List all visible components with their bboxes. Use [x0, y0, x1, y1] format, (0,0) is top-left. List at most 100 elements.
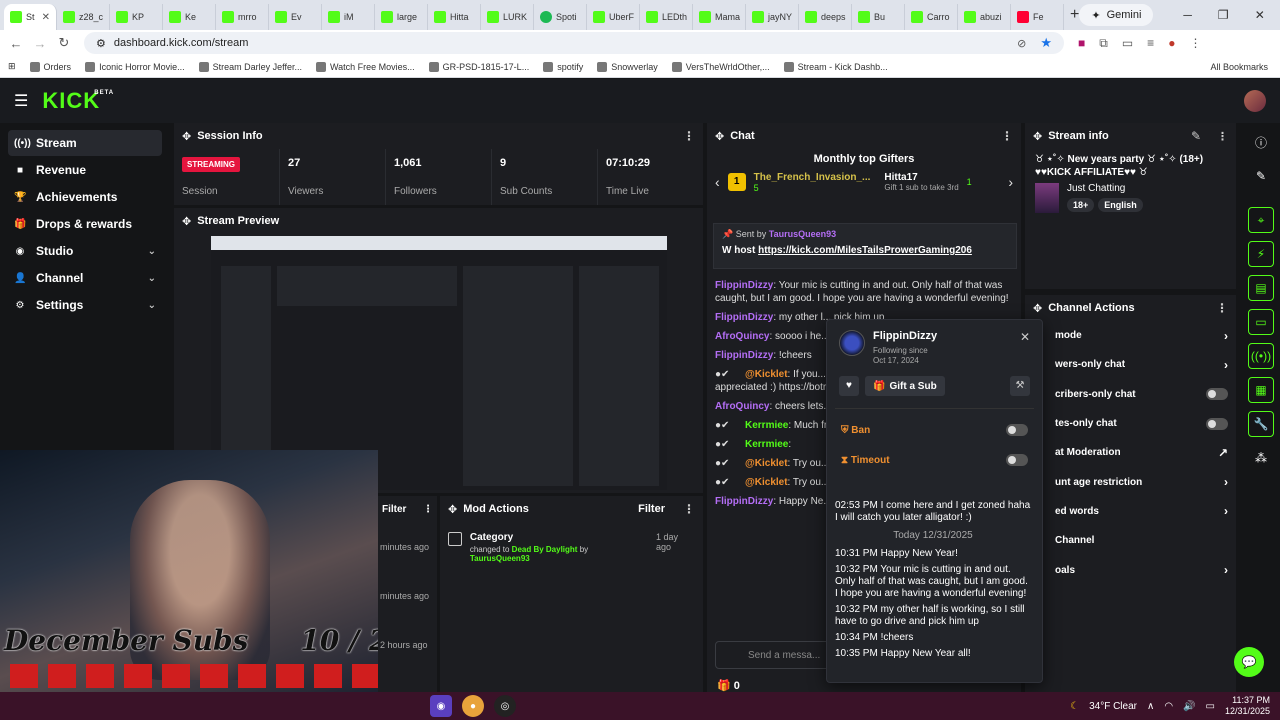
- sidebar-item-stream[interactable]: ((•)) Stream: [8, 130, 162, 156]
- eye-off-icon[interactable]: ⊘: [1017, 37, 1026, 50]
- chat-username[interactable]: FlippinDizzy: [715, 280, 773, 291]
- gemini-button[interactable]: ✦ Gemini: [1079, 4, 1154, 26]
- chat-username[interactable]: AfroQuincy: [715, 331, 769, 342]
- edit-stream-icon[interactable]: ✎: [1191, 129, 1201, 143]
- chat-bubble-icon[interactable]: ▭: [1248, 309, 1274, 335]
- browser-tab[interactable]: deeps: [799, 4, 852, 30]
- url-field[interactable]: ⚙ dashboard.kick.com/stream ⊘ ★: [84, 32, 1064, 54]
- bookmark-item[interactable]: Iconic Horror Movie...: [85, 61, 185, 72]
- chat-username[interactable]: FlippinDizzy: [715, 350, 773, 361]
- gift-sub-button[interactable]: 🎁 Gift a Sub: [865, 376, 945, 396]
- profile-icon[interactable]: ●: [1168, 36, 1175, 51]
- sidebar-item-revenue[interactable]: ■ Revenue: [8, 157, 162, 183]
- panel-grip-icon[interactable]: ✥: [715, 130, 724, 143]
- reading-list-icon[interactable]: ≡: [1147, 36, 1154, 51]
- bookmark-item[interactable]: spotify: [543, 61, 583, 72]
- channel-action-toggle[interactable]: [1206, 417, 1228, 430]
- channel-action-row[interactable]: wers-only chat ›: [1025, 350, 1236, 379]
- mod-tools-icon[interactable]: ⚒: [1010, 376, 1030, 396]
- gifter-2[interactable]: Hitta17 Gift 1 sub to take 3rd: [884, 172, 958, 192]
- heart-icon[interactable]: ♥: [839, 376, 859, 396]
- sidebar-item-studio[interactable]: ◉ Studio ⌄: [8, 238, 162, 264]
- chat-username[interactable]: @Kicklet: [745, 458, 788, 469]
- browser-tab[interactable]: Hitta: [428, 4, 481, 30]
- mod-action-user[interactable]: TaurusQueen93: [470, 554, 530, 563]
- browser-tab[interactable]: UberF: [587, 4, 640, 30]
- sidebar-item-channel[interactable]: 👤 Channel ⌄: [8, 265, 162, 291]
- gifters-next-icon[interactable]: ›: [1008, 174, 1013, 190]
- tray-chevron-icon[interactable]: ∧: [1147, 701, 1154, 712]
- notes-icon[interactable]: ▤: [1248, 275, 1274, 301]
- close-window-icon[interactable]: ✕: [1255, 8, 1265, 22]
- ban-toggle[interactable]: [1006, 424, 1028, 436]
- weather-text[interactable]: 34°F Clear: [1089, 701, 1137, 712]
- bookmark-item[interactable]: VersTheWrldOther,...: [671, 61, 770, 72]
- site-info-icon[interactable]: ⚙: [96, 37, 106, 50]
- chat-menu-icon[interactable]: ⋮: [1001, 129, 1013, 143]
- channel-action-row[interactable]: mode ›: [1025, 321, 1236, 350]
- stream-tag[interactable]: 18+: [1067, 198, 1095, 212]
- broadcast-icon[interactable]: ((•)): [1248, 343, 1274, 369]
- chat-message[interactable]: FlippinDizzy: Your mic is cutting in and…: [715, 279, 1015, 305]
- stream-tag[interactable]: English: [1098, 198, 1143, 212]
- sidebar-item-achievements[interactable]: 🏆 Achievements: [8, 184, 162, 210]
- user-avatar[interactable]: [1244, 90, 1266, 112]
- channel-actions-menu-icon[interactable]: ⋮: [1216, 301, 1228, 315]
- channel-action-row[interactable]: unt age restriction ›: [1025, 467, 1236, 496]
- new-tab-button[interactable]: +: [1070, 6, 1079, 24]
- bookmark-item[interactable]: GR-PSD-1815-17-L...: [428, 61, 529, 72]
- mod-action-game[interactable]: Dead By Daylight: [512, 545, 578, 554]
- edit-icon[interactable]: ✎: [1248, 163, 1274, 189]
- chat-username[interactable]: Kerrmiee: [745, 439, 788, 450]
- channel-action-row[interactable]: oals ›: [1025, 555, 1236, 584]
- browser-tab[interactable]: Ev: [269, 4, 322, 30]
- panel-grip-icon[interactable]: ✥: [448, 503, 457, 516]
- mod-actions-menu-icon[interactable]: ⋮: [683, 502, 695, 516]
- pinned-link[interactable]: https://kick.com/MilesTailsProwerGaming2…: [758, 245, 972, 256]
- extension-icon[interactable]: ■: [1078, 36, 1085, 51]
- clock[interactable]: 11:37 PM 12/31/2025: [1225, 695, 1270, 717]
- reload-icon[interactable]: ↻: [52, 35, 76, 51]
- chat-username[interactable]: @Kicklet: [745, 369, 788, 380]
- browser-tab[interactable]: Fe: [1011, 4, 1064, 30]
- browser-tab[interactable]: Carro: [905, 4, 958, 30]
- minimize-icon[interactable]: ─: [1183, 8, 1192, 22]
- channel-action-row[interactable]: Channel: [1025, 526, 1236, 555]
- channel-action-row[interactable]: at Moderation ↗: [1025, 438, 1236, 467]
- browser-tab[interactable]: jayNY: [746, 4, 799, 30]
- forward-icon[interactable]: →: [28, 36, 52, 51]
- browser-tab[interactable]: iM: [322, 4, 375, 30]
- tab-close-icon[interactable]: ✕: [42, 12, 50, 23]
- bookmark-item[interactable]: Stream Darley Jeffer...: [198, 61, 302, 72]
- browser-tab[interactable]: Ke: [163, 4, 216, 30]
- cast-icon[interactable]: ▭: [1122, 36, 1133, 51]
- close-icon[interactable]: ✕: [1020, 330, 1030, 366]
- share-icon[interactable]: ⁂: [1248, 445, 1274, 471]
- wrench-icon[interactable]: 🔧: [1248, 411, 1274, 437]
- bookmark-item[interactable]: Watch Free Movies...: [315, 61, 415, 72]
- layers-icon[interactable]: ▦: [1248, 377, 1274, 403]
- bookmark-item[interactable]: Stream - Kick Dashb...: [783, 61, 888, 72]
- user-card-name[interactable]: FlippinDizzy: [873, 330, 937, 342]
- back-icon[interactable]: ←: [4, 36, 28, 51]
- restore-icon[interactable]: ❐: [1218, 8, 1229, 22]
- pinned-message[interactable]: 📌 Sent by TaurusQueen93 W host https://k…: [713, 223, 1017, 269]
- chat-fab-icon[interactable]: 💬: [1234, 647, 1264, 677]
- panel-grip-icon[interactable]: ✥: [182, 130, 191, 143]
- browser-tab[interactable]: LURK: [481, 4, 534, 30]
- browser-tab[interactable]: Spoti: [534, 4, 587, 30]
- session-info-menu-icon[interactable]: ⋮: [683, 129, 695, 143]
- gifter-1[interactable]: The_French_Invasion_... 5: [754, 172, 871, 193]
- bookmark-item[interactable]: Snowverlay: [597, 61, 658, 72]
- chat-username[interactable]: Kerrmiee: [745, 420, 788, 431]
- browser-tab[interactable]: LEDth: [640, 4, 693, 30]
- browser-tab[interactable]: large: [375, 4, 428, 30]
- info-icon[interactable]: ⓘ: [1248, 129, 1274, 155]
- channel-action-row[interactable]: tes-only chat: [1025, 409, 1236, 438]
- channel-action-row[interactable]: ed words ›: [1025, 497, 1236, 526]
- browser-tab[interactable]: Bu: [852, 4, 905, 30]
- chat-username[interactable]: FlippinDizzy: [715, 496, 773, 507]
- channel-action-toggle[interactable]: [1206, 388, 1228, 401]
- gift-box-icon[interactable]: 🎁: [717, 680, 731, 692]
- stream-info-menu-icon[interactable]: ⋮: [1217, 130, 1228, 143]
